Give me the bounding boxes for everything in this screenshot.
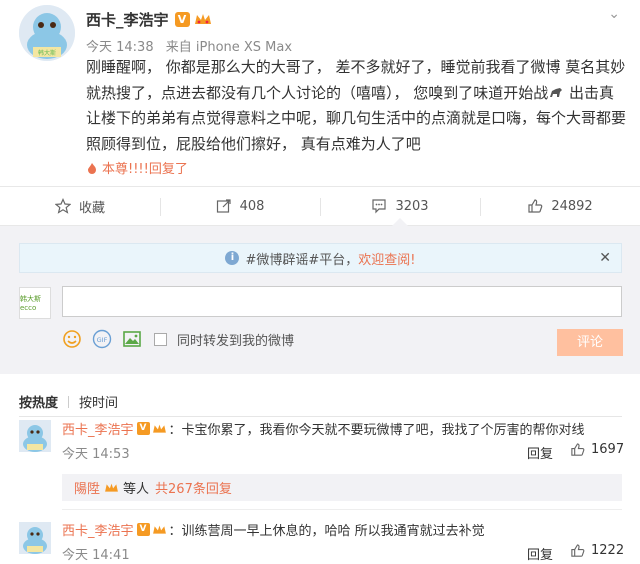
author-reply-indicator[interactable]: 本尊!!!!回复了 <box>86 158 188 177</box>
verified-icon: V <box>136 523 150 536</box>
star-icon <box>54 198 71 214</box>
comment-input[interactable] <box>62 286 622 317</box>
post-action-bar: 收藏 408 3203 24892 <box>0 186 640 226</box>
squirtle-avatar-image: 韩大斯 <box>19 5 75 61</box>
subreply-mid-text: 等人 <box>123 482 150 497</box>
subreplies-bar[interactable]: 陽陞 等人 共267条回复 <box>62 474 622 501</box>
subreply-user[interactable]: 陽陞 <box>74 478 100 497</box>
avatar-badge-text: 韩大斯 <box>38 49 56 57</box>
repost-checkbox-label: 同时转发到我的微博 <box>177 333 295 349</box>
comment-text: ：训练营周一早上休息的，哈哈 所以我通宵就过去补觉 <box>168 524 485 539</box>
horse-emoji-icon <box>550 88 563 97</box>
sort-divider <box>68 395 70 408</box>
comment-avatar[interactable] <box>19 420 51 452</box>
repost-count: 408 <box>239 198 265 214</box>
comment-like-button[interactable]: 1697 <box>570 442 624 457</box>
favorite-label: 收藏 <box>78 200 105 216</box>
thumbs-up-icon <box>528 199 543 213</box>
submit-comment-button[interactable]: 评论 <box>557 329 623 356</box>
repost-icon <box>216 199 231 213</box>
notice-link[interactable]: 欢迎查阅! <box>358 249 415 268</box>
comment-line: 西卡_李浩宇 V ：训练营周一早上休息的，哈哈 所以我通宵就过去补觉 <box>62 520 485 539</box>
chevron-down-icon[interactable]: ⌄ <box>608 6 620 22</box>
thumbs-up-icon <box>571 443 585 456</box>
repost-button[interactable]: 408 <box>160 187 320 225</box>
crown-icon <box>194 14 211 24</box>
comment-sort-tabs: 按热度 按时间 <box>19 392 118 411</box>
post-meta: 今天 14:38 来自 iPhone XS Max <box>86 36 300 55</box>
notice-text: #微博辟谣#平台， <box>245 252 359 268</box>
post-body: 刚睡醒啊， 你都是那么大的大哥了， 差不多就好了，睡觉前我看了微博 莫名其妙就热… <box>86 55 626 157</box>
comment-like-count: 1697 <box>591 442 625 457</box>
reply-indicator-text: 本尊!!!!回复了 <box>102 162 188 177</box>
gif-icon[interactable]: GIF <box>92 329 112 349</box>
post-text-part1: 刚睡醒啊， 你都是那么大的大哥了， 差不多就好了，睡觉前我看了微博 莫名其妙就热… <box>86 58 626 102</box>
reply-button[interactable]: 回复 <box>527 544 553 563</box>
author-name[interactable]: 西卡_李浩宇 <box>86 9 169 30</box>
comment-author[interactable]: 西卡_李浩宇 <box>62 419 134 438</box>
comment-line: 西卡_李浩宇 V ：卡宝你累了，我看你今天就不要玩微博了吧，我找了个厉害的帮你对… <box>62 419 585 438</box>
comment-composer-panel: i #微博辟谣#平台， 欢迎查阅! ✕ 韩大斯ecco GIF 同时转发到我的微… <box>0 226 640 374</box>
comment-time: 今天 14:53 <box>62 447 130 462</box>
comment-like-count: 1222 <box>591 543 625 558</box>
image-icon[interactable] <box>122 329 142 349</box>
author-line: 西卡_李浩宇 V <box>86 9 212 30</box>
thumbs-up-icon <box>571 544 585 557</box>
composer-tools: GIF 同时转发到我的微博 <box>62 329 294 349</box>
repost-checkbox[interactable] <box>154 332 167 346</box>
post-source: 来自 iPhone XS Max <box>165 40 293 55</box>
sort-divider-line <box>19 416 622 417</box>
squirtle-avatar-image <box>19 522 51 554</box>
like-count: 24892 <box>551 198 593 214</box>
comment-icon <box>372 199 387 214</box>
subreplies-link[interactable]: 共267条回复 <box>155 478 232 497</box>
author-avatar[interactable]: 韩大斯 <box>19 5 75 61</box>
verified-icon: V <box>136 422 150 435</box>
comment-divider <box>62 509 622 510</box>
info-icon: i <box>225 251 240 265</box>
comment-author[interactable]: 西卡_李浩宇 <box>62 520 134 539</box>
verified-icon: V <box>174 12 190 27</box>
weibo-post: 韩大斯 西卡_李浩宇 V ⌄ 今天 14:38 来自 iPhone XS Max… <box>0 0 640 186</box>
rumor-notice-bar: i #微博辟谣#平台， 欢迎查阅! ✕ <box>19 243 622 273</box>
svg-text:GIF: GIF <box>97 336 108 344</box>
emoji-icon[interactable] <box>62 329 82 349</box>
crown-icon <box>152 424 166 433</box>
current-user-avatar[interactable]: 韩大斯ecco <box>19 287 51 319</box>
sort-by-hot[interactable]: 按热度 <box>19 392 58 411</box>
comment-avatar[interactable] <box>19 522 51 554</box>
crown-icon <box>152 525 166 534</box>
fire-icon <box>88 162 96 174</box>
comment-like-button[interactable]: 1222 <box>570 543 624 558</box>
comment-text: ：卡宝你累了，我看你今天就不要玩微博了吧，我找了个厉害的帮你对线 <box>168 423 585 438</box>
comment-button[interactable]: 3203 <box>320 187 480 226</box>
comment-count: 3203 <box>395 198 429 214</box>
post-time[interactable]: 今天 14:38 <box>86 40 154 55</box>
comment-time: 今天 14:41 <box>62 548 130 563</box>
squirtle-avatar-image <box>19 420 51 452</box>
close-icon[interactable]: ✕ <box>599 250 611 266</box>
like-button[interactable]: 24892 <box>480 187 640 225</box>
favorite-button[interactable]: 收藏 <box>0 187 160 225</box>
crown-icon <box>105 483 118 492</box>
sort-by-time[interactable]: 按时间 <box>79 392 118 411</box>
reply-button[interactable]: 回复 <box>527 443 553 462</box>
